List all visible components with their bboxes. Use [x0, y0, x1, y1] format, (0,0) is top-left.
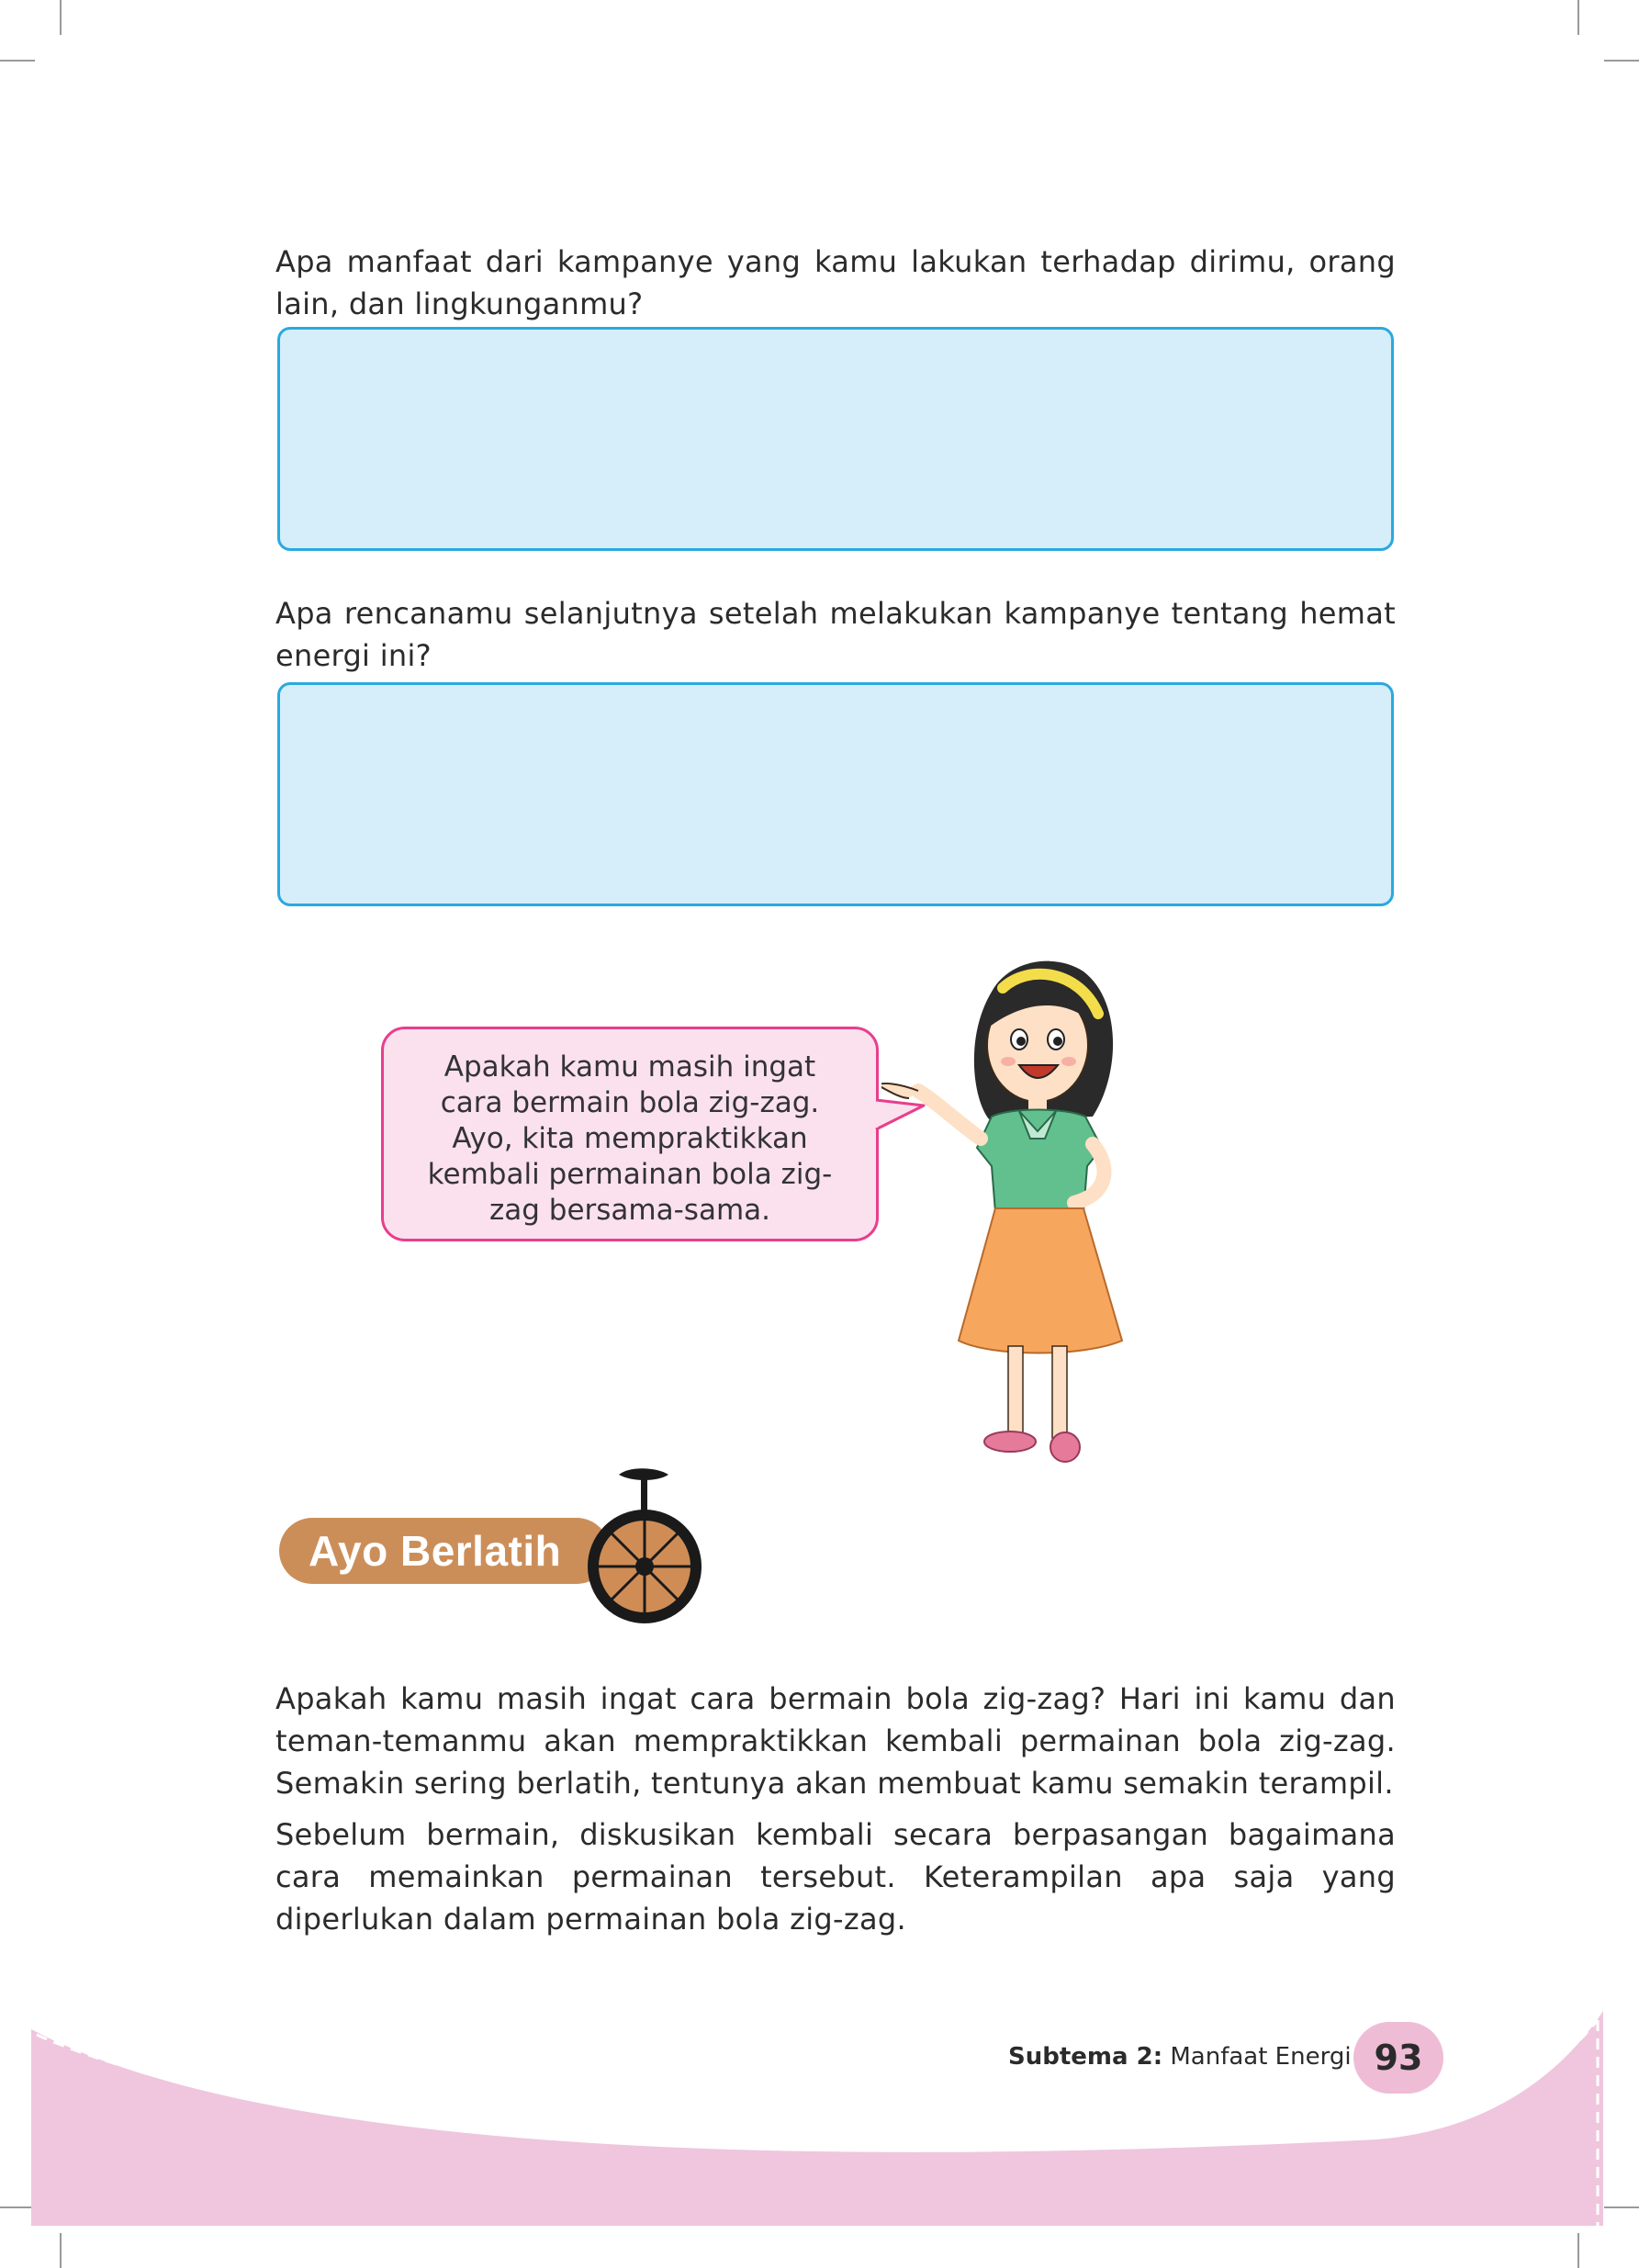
body-paragraph-1: Apakah kamu masih ingat cara bermain bol…: [275, 1681, 1396, 1801]
question-2-text: Apa rencanamu selanjutnya setelah melaku…: [275, 596, 1396, 673]
answer-box-2[interactable]: [277, 682, 1394, 906]
crop-mark: [1604, 60, 1639, 62]
unicycle-icon: [588, 1468, 702, 1623]
footer-subtema: Subtema 2: Manfaat Energi: [1008, 2038, 1352, 2075]
question-1-text: Apa manfaat dari kampanye yang kamu laku…: [275, 244, 1396, 321]
crop-mark: [1577, 0, 1579, 35]
crop-mark: [60, 0, 62, 35]
speech-bubble-text: Apakah kamu masih ingat cara bermain bol…: [427, 1050, 833, 1227]
body-paragraph-2: Sebelum bermain, diskusikan kembali seca…: [275, 1817, 1396, 1937]
section-header-label: Ayo Berlatih: [309, 1527, 562, 1575]
speech-bubble: Apakah kamu masih ingat cara bermain bol…: [381, 1027, 879, 1241]
footer-subtema-label: Subtema 2:: [1008, 2043, 1163, 2071]
footer-wave: [31, 2011, 1603, 2226]
girl-illustration: [881, 960, 1124, 1463]
footer-subtema-title: Manfaat Energi: [1170, 2043, 1352, 2071]
page-number: 93: [1374, 2038, 1423, 2078]
crop-mark: [0, 60, 35, 62]
answer-box-1[interactable]: [277, 327, 1394, 551]
